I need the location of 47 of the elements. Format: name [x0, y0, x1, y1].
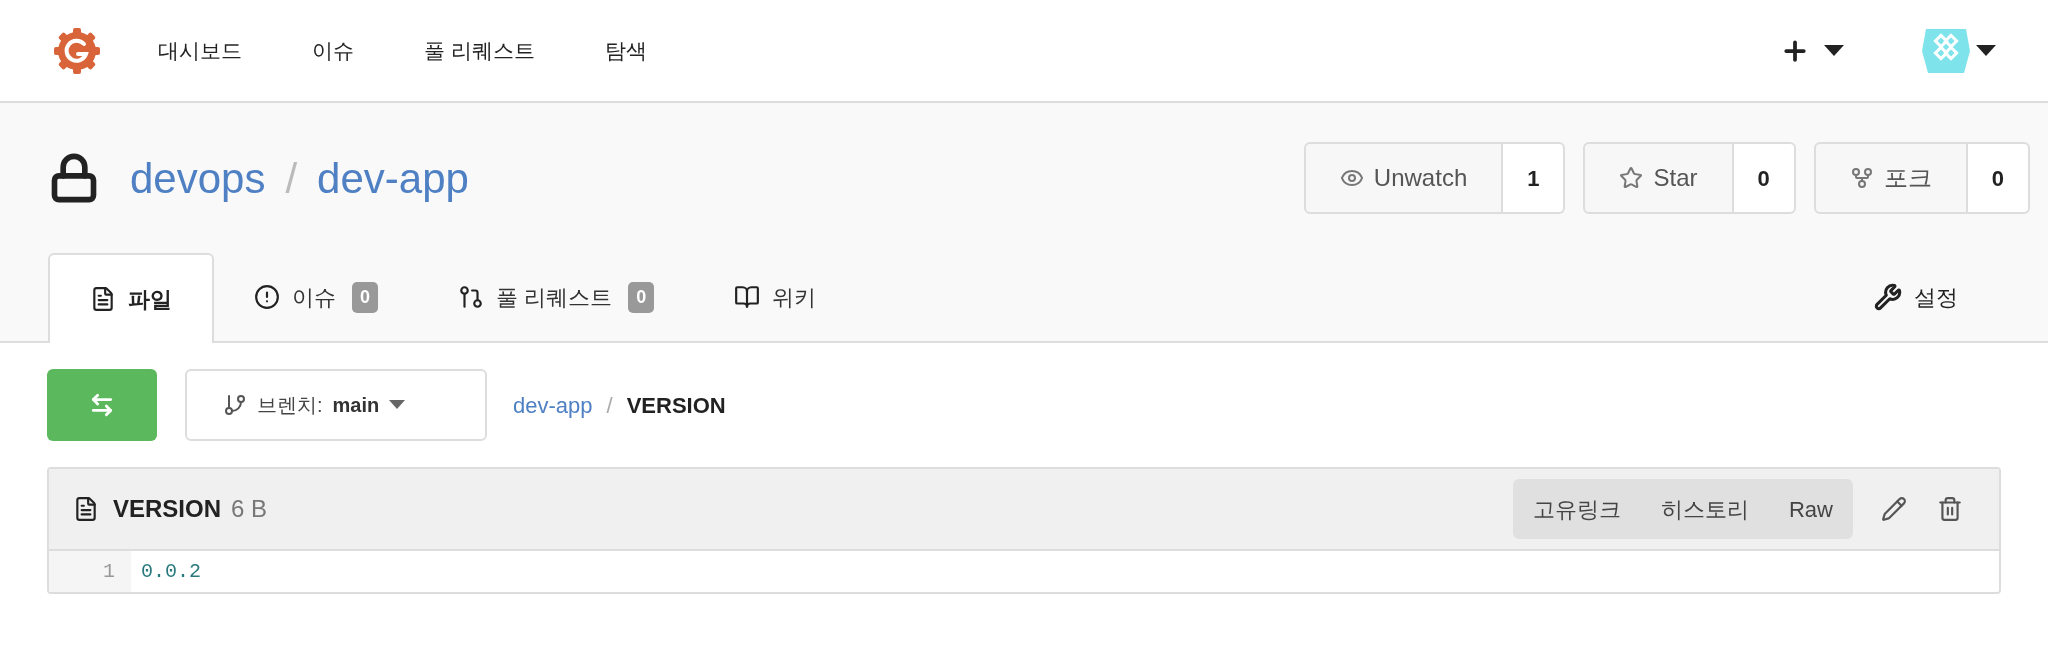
nav-link[interactable]: 탐색	[604, 34, 647, 67]
fork-icon	[1849, 166, 1874, 190]
breadcrumb-separator: /	[606, 391, 613, 420]
file-action-button[interactable]: 히스토리	[1641, 479, 1769, 539]
count-link[interactable]: 0	[1733, 142, 1796, 214]
logo-icon[interactable]	[52, 25, 102, 76]
file-action-button[interactable]: Raw	[1769, 479, 1853, 539]
count-link[interactable]: 0	[1967, 142, 2030, 214]
settings-tab[interactable]: 설정	[1874, 253, 1958, 341]
edit-icon	[1881, 496, 1907, 522]
file-action-button[interactable]: 고유링크	[1513, 479, 1641, 539]
branch-dropdown[interactable]: 브렌치: main	[185, 369, 487, 441]
repo-tab[interactable]: 위키	[694, 253, 857, 341]
count-link[interactable]: 1	[1503, 142, 1566, 214]
book-icon	[734, 284, 761, 310]
count-badge: 0	[628, 281, 655, 313]
nav-link[interactable]: 대시보드	[158, 34, 242, 67]
file-size: 6 B	[231, 494, 268, 524]
path-separator: /	[285, 153, 298, 204]
repo-owner-link[interactable]: devops	[130, 146, 266, 210]
star-icon	[1619, 166, 1644, 190]
file-icon	[90, 286, 116, 312]
nav-link[interactable]: 풀 리퀘스트	[424, 34, 535, 67]
repo-tab[interactable]: 이슈 0	[214, 253, 418, 341]
file-icon	[73, 496, 99, 522]
breadcrumb-link[interactable]: dev-app	[513, 388, 593, 422]
caret-icon	[1824, 44, 1844, 57]
file-name: VERSION	[113, 494, 222, 524]
repo-tab[interactable]: 파일	[48, 253, 214, 343]
line-number: 1	[49, 551, 131, 592]
repo-action-button[interactable]: 포크	[1813, 142, 1968, 214]
compare-icon	[89, 392, 115, 418]
delete-icon	[1937, 496, 1963, 522]
wrench-icon	[1874, 283, 1902, 311]
breadcrumb-current: VERSION	[626, 391, 726, 420]
pull-request-icon	[458, 284, 484, 310]
repo-tab[interactable]: 풀 리퀘스트 0	[418, 253, 695, 341]
repo-action-button[interactable]: Unwatch	[1303, 142, 1504, 214]
nav-link[interactable]: 이슈	[312, 34, 354, 67]
code-line: 0.0.2	[141, 558, 201, 585]
caret-icon	[1976, 44, 1996, 57]
repo-name-link[interactable]: dev-app	[317, 146, 469, 210]
repo-action-button[interactable]: Star	[1583, 142, 1734, 214]
caret-icon	[389, 400, 406, 410]
alert-circle-icon	[254, 284, 280, 310]
branch-icon	[223, 393, 247, 417]
count-badge: 0	[352, 281, 378, 313]
